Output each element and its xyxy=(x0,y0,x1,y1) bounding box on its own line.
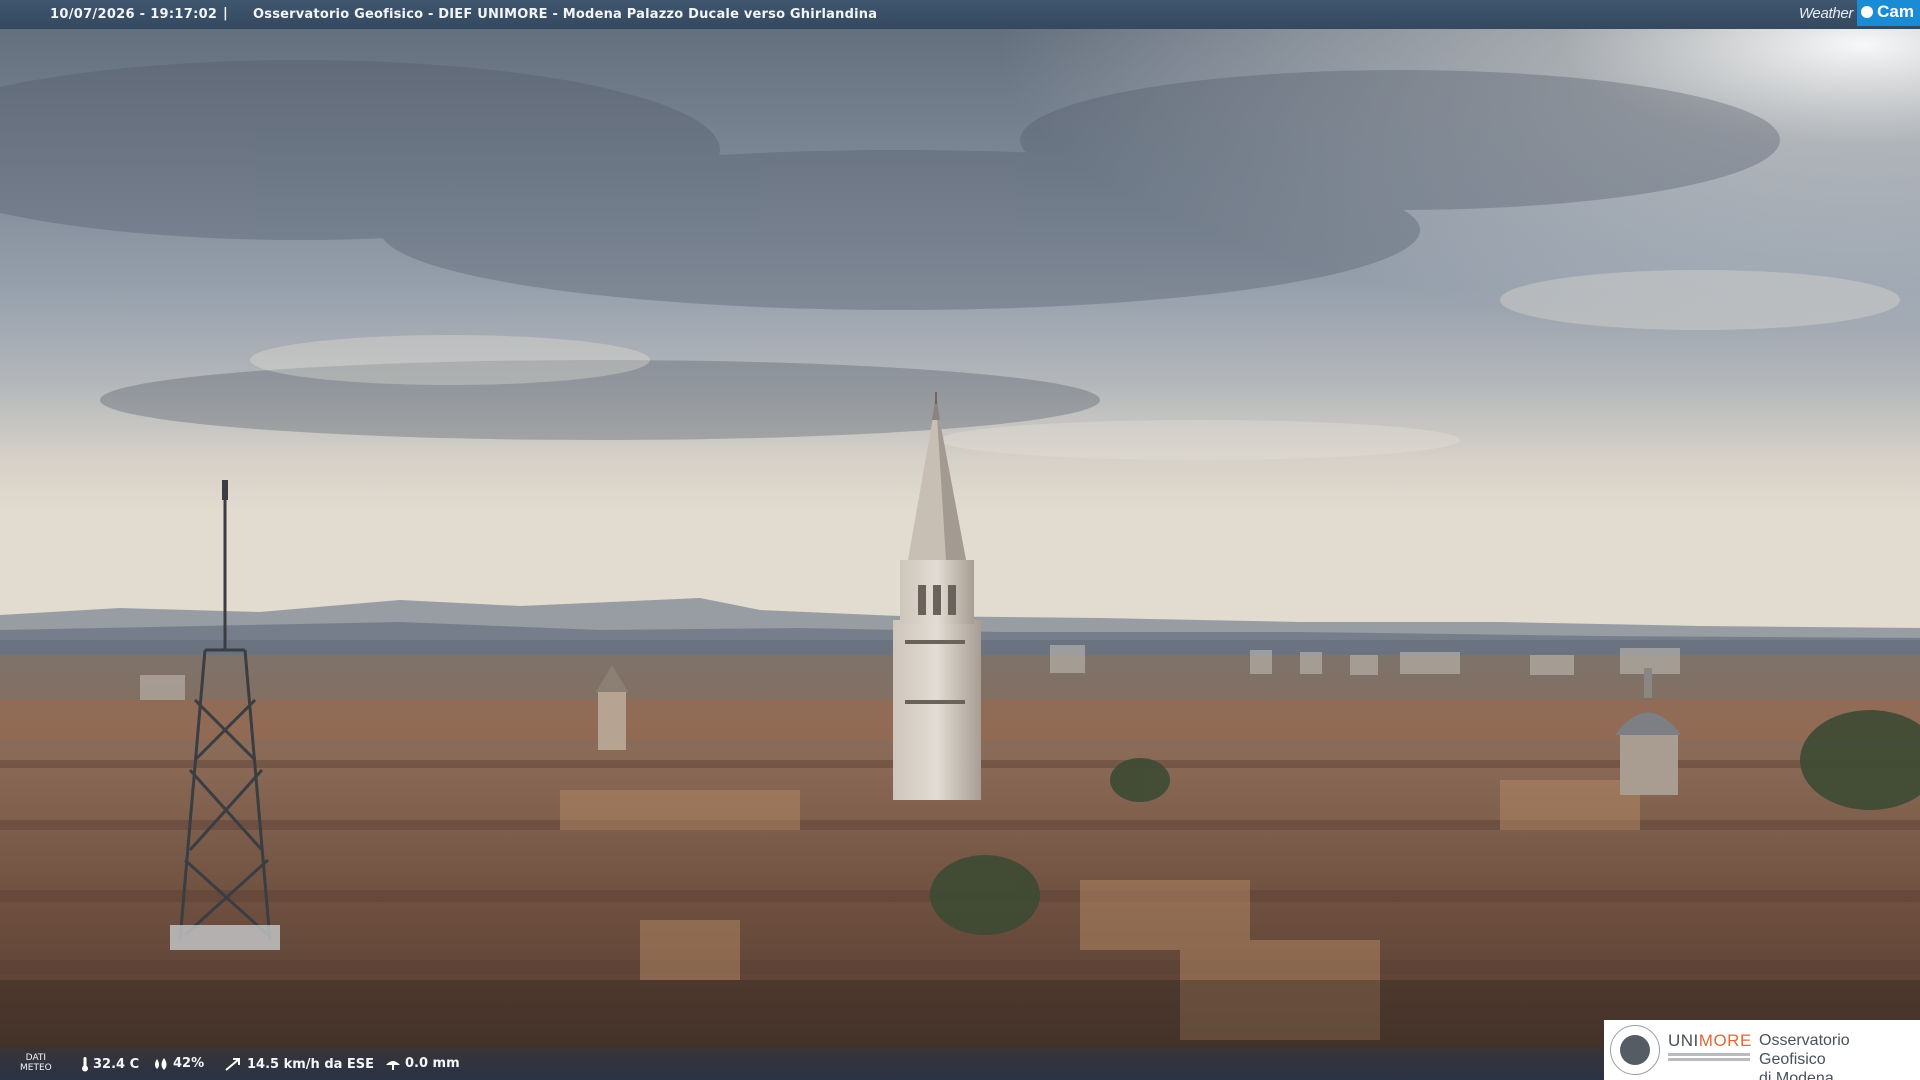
rain-gauge-icon xyxy=(386,1060,400,1070)
temperature-reading: 32.4 C xyxy=(80,1056,139,1072)
unimore-subtitle-lines xyxy=(1668,1053,1750,1065)
meteo-data-bar: DATI METEO 32.4 C 42% 14.5 km/h da ESE 0… xyxy=(0,1047,1604,1080)
weathercam-logo-text-1: Weather xyxy=(1798,4,1854,22)
header-bar: 10/07/2026 - 19:17:02 | Osservatorio Geo… xyxy=(0,0,1920,29)
timestamp: 10/07/2026 - 19:17:02 xyxy=(50,7,218,22)
rain-reading: 0.0 mm xyxy=(384,1056,460,1071)
wind-value: 14.5 km/h da ESE xyxy=(247,1056,375,1072)
humidity-drops-icon xyxy=(155,1057,167,1070)
unimore-observatory-logo: UNIMORE Osservatorio Geofisico di Modena xyxy=(1604,1020,1920,1080)
wind-reading: 14.5 km/h da ESE xyxy=(224,1056,374,1072)
unimore-wordmark: UNIMORE xyxy=(1668,1031,1752,1050)
meteo-label: DATI METEO xyxy=(20,1053,52,1073)
weathercam-dot-icon xyxy=(1861,6,1874,18)
header-separator: | xyxy=(223,6,228,21)
observatory-name: Osservatorio Geofisico di Modena xyxy=(1759,1032,1850,1080)
weathercam-logo: Weather Cam xyxy=(1799,0,1920,26)
weathercam-logo-text-2: Cam xyxy=(1857,0,1920,26)
humidity-reading: 42% xyxy=(152,1056,204,1071)
rain-value: 0.0 mm xyxy=(405,1056,460,1071)
humidity-value: 42% xyxy=(173,1056,205,1071)
thermometer-icon xyxy=(82,1057,88,1072)
university-seal-icon xyxy=(1610,1025,1660,1075)
temperature-value: 32.4 C xyxy=(93,1056,140,1072)
wind-direction-icon xyxy=(225,1058,240,1071)
webcam-title: Osservatorio Geofisico - DIEF UNIMORE - … xyxy=(253,7,878,22)
webcam-scene xyxy=(0,0,1920,1080)
